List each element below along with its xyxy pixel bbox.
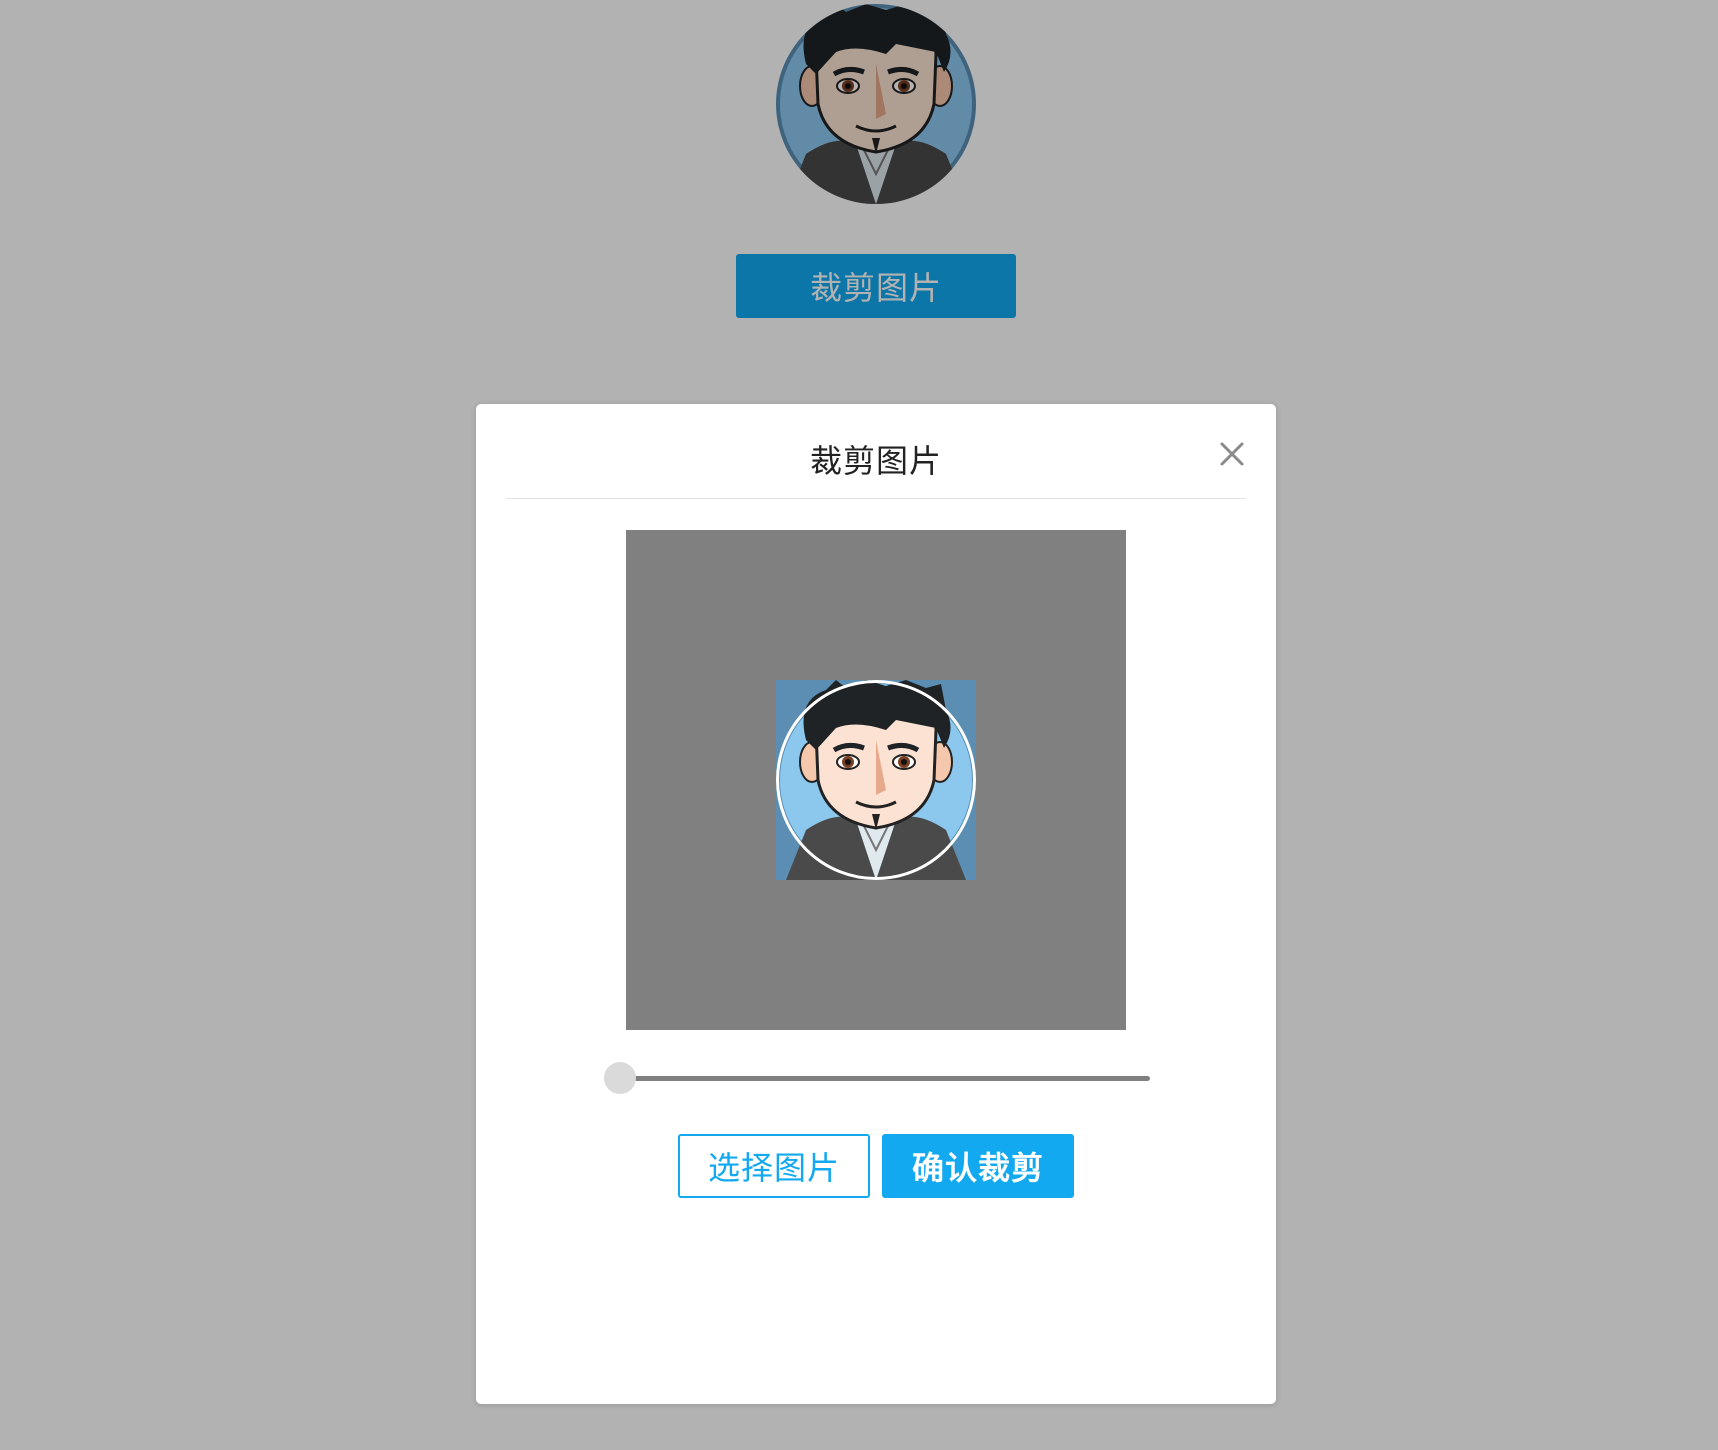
crop-dialog: 裁剪图片 选择图片 确认裁剪	[476, 404, 1276, 1404]
slider-handle[interactable]	[604, 1062, 636, 1094]
dialog-title: 裁剪图片	[809, 442, 942, 480]
confirm-crop-button[interactable]: 确认裁剪	[882, 1134, 1074, 1198]
crop-selection-circle[interactable]	[776, 680, 976, 880]
select-image-button[interactable]: 选择图片	[678, 1134, 870, 1198]
divider	[506, 498, 1246, 499]
zoom-slider[interactable]	[602, 1060, 1158, 1096]
slider-track	[620, 1076, 1150, 1081]
close-icon[interactable]	[1212, 434, 1252, 474]
crop-area[interactable]	[626, 530, 1126, 1030]
